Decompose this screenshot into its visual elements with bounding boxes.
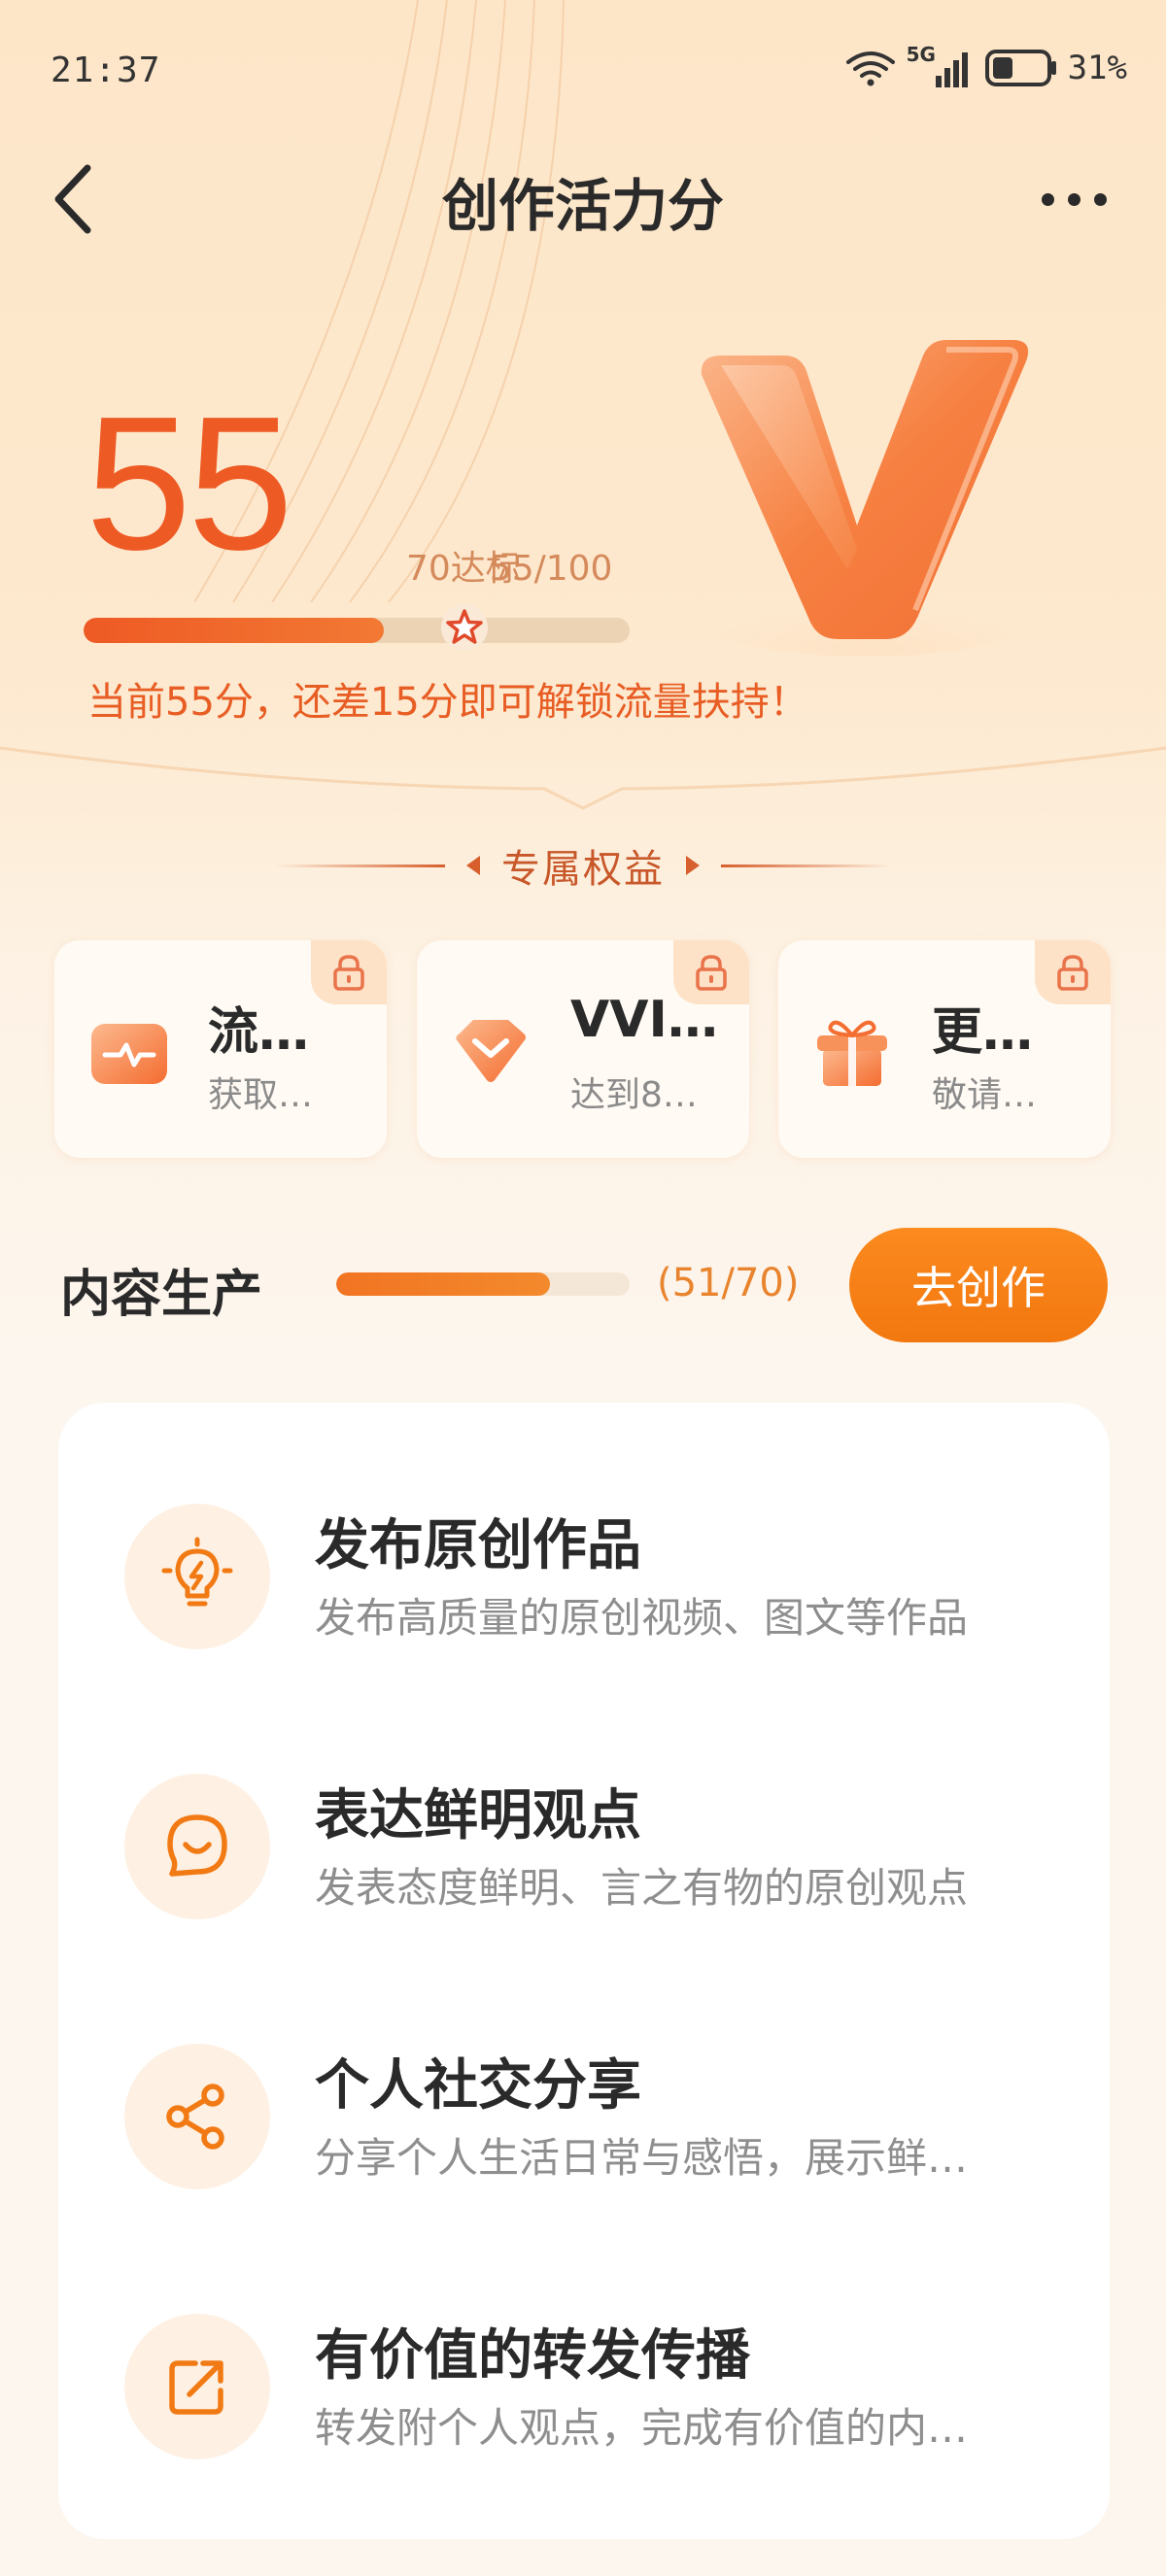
signal-icon: 5G <box>907 43 975 89</box>
score-max-label: 55/100 <box>489 549 613 589</box>
divider-line <box>275 864 445 867</box>
wifi-icon <box>845 51 895 86</box>
benefit-subtitle: 达到8… <box>570 1075 698 1115</box>
benefit-title: VVI… <box>570 991 718 1049</box>
more-button[interactable] <box>1020 170 1127 228</box>
task-list-card: 发布原创作品 发布高质量的原创视频、图文等作品 表达鲜明观点 发表态度鲜明、言之… <box>58 1403 1110 2539</box>
pulse-icon <box>91 1024 167 1084</box>
score-progress-track <box>84 618 630 643</box>
status-time: 21:37 <box>51 51 161 90</box>
task-item-original-work[interactable]: 发布原创作品 发布高质量的原创视频、图文等作品 <box>58 1469 1110 1702</box>
benefits-header: 专属权益 <box>0 837 1166 894</box>
triangle-left-icon <box>466 856 480 875</box>
task-title: 有价值的转发传播 <box>315 2324 750 2388</box>
forward-icon <box>169 2360 223 2415</box>
benefit-subtitle: 敬请… <box>932 1075 1038 1115</box>
content-progress-track <box>336 1272 630 1296</box>
content-progress-fill <box>336 1272 551 1296</box>
benefit-subtitle: 获取… <box>208 1075 314 1115</box>
task-title: 发布原创作品 <box>315 1514 641 1577</box>
task-desc: 转发附个人观点，完成有价值的内… <box>315 2404 969 2452</box>
task-item-forward[interactable]: 有价值的转发传播 转发附个人观点，完成有价值的内… <box>58 2279 1110 2512</box>
task-icon-bg <box>124 2314 270 2459</box>
page-title: 创作活力分 <box>441 173 724 239</box>
lock-icon <box>333 955 364 991</box>
score-value: 55 <box>86 377 293 590</box>
task-desc: 分享个人生活日常与感悟，展示鲜… <box>315 2134 969 2182</box>
task-icon-bg <box>124 1504 270 1649</box>
more-dot <box>1067 192 1080 206</box>
task-title: 表达鲜明观点 <box>315 1784 641 1847</box>
benefit-title: 流… <box>208 1003 310 1062</box>
content-progress-count: (51/70) <box>657 1261 800 1305</box>
battery-level: 31% <box>1067 49 1127 87</box>
battery-icon <box>984 50 1056 86</box>
divider-line <box>721 864 891 867</box>
target-label: 70达标55/100 <box>406 540 612 591</box>
lock-icon <box>696 955 727 991</box>
task-icon-bg <box>124 2044 270 2189</box>
star-icon <box>441 604 488 651</box>
more-dot <box>1093 192 1107 206</box>
task-desc: 发布高质量的原创视频、图文等作品 <box>315 1594 969 1642</box>
task-item-social-share[interactable]: 个人社交分享 分享个人生活日常与感悟，展示鲜… <box>58 2009 1110 2242</box>
task-item-opinion[interactable]: 表达鲜明观点 发表态度鲜明、言之有物的原创观点 <box>58 1739 1110 1972</box>
lightbulb-icon <box>161 1537 233 1607</box>
status-icons: 5G 31% <box>844 43 1127 89</box>
task-desc: 发表态度鲜明、言之有物的原创观点 <box>315 1864 969 1912</box>
task-icon-bg <box>124 1774 270 1919</box>
header-separator <box>0 746 1166 810</box>
content-production-title: 内容生产 <box>60 1266 263 1324</box>
gift-icon <box>817 1020 887 1086</box>
score-progress-fill <box>84 618 385 643</box>
share-icon <box>166 2084 224 2150</box>
lock-icon <box>1057 955 1088 991</box>
diamond-v-icon <box>456 1020 526 1082</box>
more-dot <box>1041 192 1054 206</box>
benefit-card-traffic[interactable]: 流… 获取… <box>54 940 387 1158</box>
benefit-card-vvip[interactable]: VVI… 达到8… <box>417 940 749 1158</box>
benefit-title: 更… <box>932 1003 1034 1062</box>
benefits-title: 专属权益 <box>501 847 665 892</box>
task-title: 个人社交分享 <box>315 2054 641 2118</box>
lock-badge <box>311 940 387 1004</box>
chat-smile-icon <box>167 1814 227 1877</box>
go-create-button[interactable]: 去创作 <box>849 1228 1108 1342</box>
v-logo-icon <box>701 340 1032 657</box>
benefit-card-more[interactable]: 更… 敬请… <box>778 940 1111 1158</box>
lock-badge <box>1035 940 1111 1004</box>
triangle-right-icon <box>686 856 700 875</box>
